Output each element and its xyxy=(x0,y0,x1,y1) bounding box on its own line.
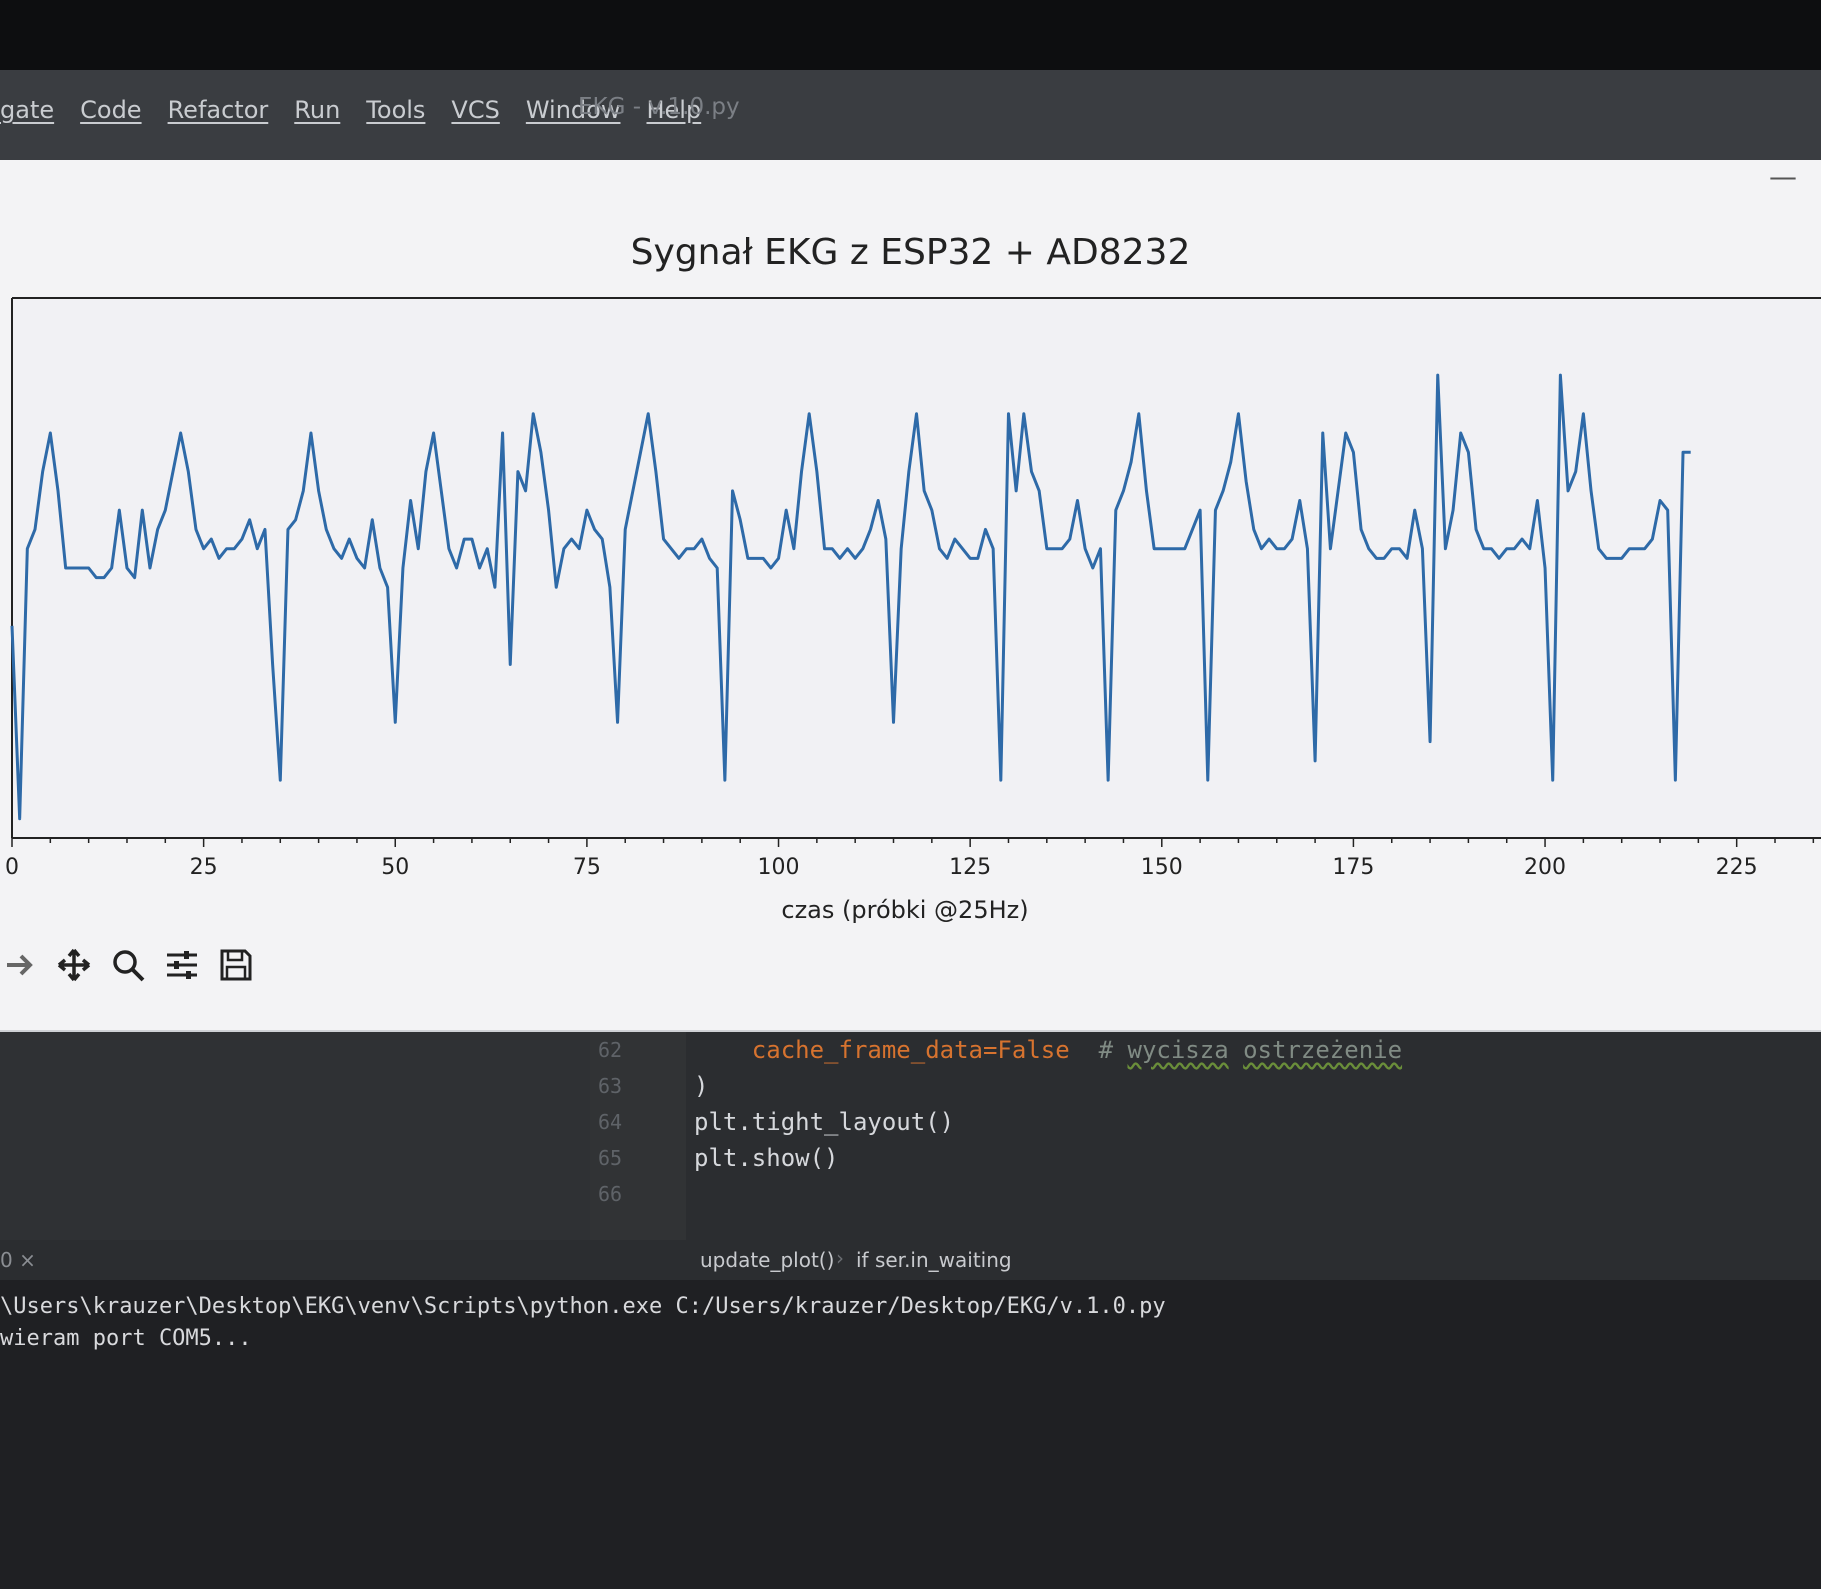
forward-icon[interactable] xyxy=(0,943,40,987)
plot-area xyxy=(12,298,1821,838)
x-tick-label: 175 xyxy=(1332,855,1374,880)
matplotlib-figure-window: — Sygnał EKG z ESP32 + AD8232 0 25 50 75 100… xyxy=(0,160,1821,1032)
monitor-bezel xyxy=(0,0,1821,70)
configure-subplots-icon[interactable] xyxy=(162,943,202,987)
code-line[interactable]: plt.show() xyxy=(694,1140,1402,1176)
menu-run[interactable]: Run xyxy=(294,96,340,124)
x-tick-label: 100 xyxy=(758,855,800,880)
x-tick-label: 225 xyxy=(1716,855,1758,880)
x-tick-labels: 0 25 50 75 100 125 150 175 200 225 xyxy=(5,838,1815,880)
x-tick-label: 75 xyxy=(573,855,601,880)
x-tick-label: 0 xyxy=(5,855,19,880)
menu-refactor[interactable]: Refactor xyxy=(168,96,269,124)
x-tick-label: 200 xyxy=(1524,855,1566,880)
chart-title: Sygnał EKG z ESP32 + AD8232 xyxy=(630,232,1191,273)
menu-navigate[interactable]: gate xyxy=(0,96,54,124)
console-line: \Users\krauzer\Desktop\EKG\venv\Scripts\… xyxy=(0,1294,1166,1319)
x-tick-label: 125 xyxy=(949,855,991,880)
line-number: 66 xyxy=(598,1182,623,1206)
x-tick-label: 50 xyxy=(381,855,409,880)
ide-menubar: gate Code Refactor Run Tools VCS Window … xyxy=(0,70,1821,160)
window-title: EKG - v.1.0.py xyxy=(578,94,740,120)
code-line[interactable]: cache_frame_data=False # wycisza ostrzeż… xyxy=(694,1032,1402,1068)
x-axis-label: czas (próbki @25Hz) xyxy=(781,896,1028,924)
line-number: 64 xyxy=(598,1110,623,1134)
menu-code[interactable]: Code xyxy=(80,96,141,124)
axes-frame xyxy=(11,297,1821,839)
line-number: 62 xyxy=(598,1038,623,1062)
pan-icon[interactable] xyxy=(54,943,94,987)
menu-vcs[interactable]: VCS xyxy=(451,96,499,124)
run-tab[interactable]: 0 × xyxy=(0,1248,36,1272)
run-console[interactable]: \Users\krauzer\Desktop\EKG\venv\Scripts\… xyxy=(0,1280,1821,1589)
breadcrumb: 0 × update_plot() › if ser.in_waiting xyxy=(0,1240,1821,1280)
code-area[interactable]: cache_frame_data=False # wycisza ostrzeż… xyxy=(694,1032,1402,1212)
save-icon[interactable] xyxy=(216,943,256,987)
project-pane xyxy=(0,1032,590,1252)
minimize-button[interactable]: — xyxy=(1769,160,1797,193)
ekg-chart: 0 25 50 75 100 125 150 175 200 225 czas (próbki @… xyxy=(5,297,1821,924)
plot-toolbar xyxy=(0,935,256,995)
line-number: 63 xyxy=(598,1074,623,1098)
x-tick-label: 25 xyxy=(190,855,218,880)
code-comment-word: ostrzeżenie xyxy=(1243,1036,1403,1064)
line-number-gutter: 62 63 64 65 66 xyxy=(590,1032,686,1252)
breadcrumb-separator: › xyxy=(836,1246,844,1270)
breadcrumb-function[interactable]: update_plot() xyxy=(700,1248,834,1272)
code-keyword-arg: cache_frame_data=False xyxy=(751,1036,1070,1064)
zoom-icon[interactable] xyxy=(108,943,148,987)
menu-tools[interactable]: Tools xyxy=(366,96,425,124)
breadcrumb-condition[interactable]: if ser.in_waiting xyxy=(856,1248,1012,1272)
code-editor: 62 63 64 65 66 cache_frame_data=False # … xyxy=(0,1032,1821,1252)
x-tick-label: 150 xyxy=(1141,855,1183,880)
code-line[interactable]: ) xyxy=(694,1068,1402,1104)
code-line[interactable]: plt.tight_layout() xyxy=(694,1104,1402,1140)
line-number: 65 xyxy=(598,1146,623,1170)
code-comment-hash: # xyxy=(1098,1036,1128,1064)
code-comment-word: wycisza xyxy=(1127,1036,1229,1064)
code-line[interactable] xyxy=(694,1176,1402,1212)
console-line: wieram port COM5... xyxy=(0,1326,252,1351)
